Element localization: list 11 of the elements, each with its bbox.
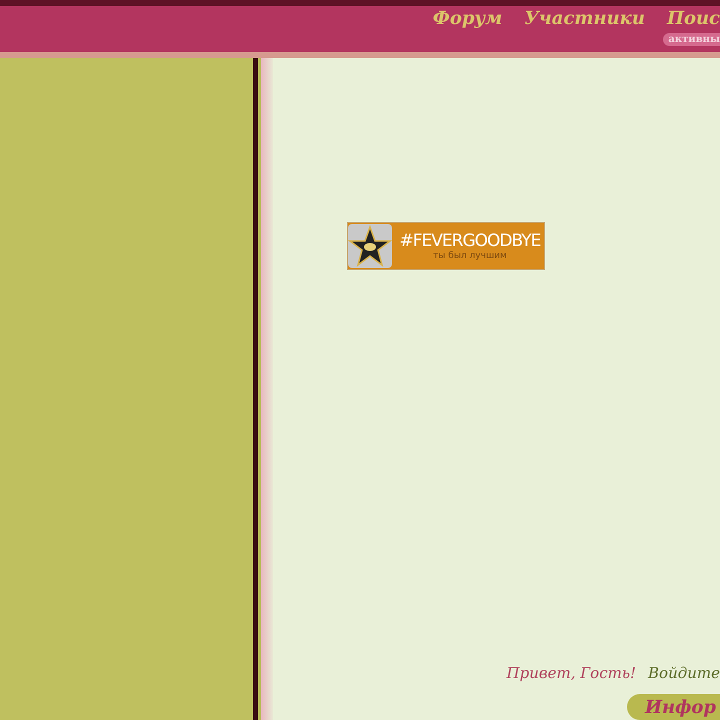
nav-link[interactable]: Поис (666, 8, 720, 29)
banner-subtitle: ты был лучшим (433, 251, 507, 261)
banner-title: #FEVERGOODBYE (400, 231, 540, 251)
info-button[interactable]: Инфор (627, 694, 720, 720)
login-link[interactable]: Войдите (648, 664, 720, 682)
star-icon (348, 224, 392, 268)
nav-link[interactable]: Участники (524, 8, 645, 29)
active-topics-link[interactable]: активны (663, 33, 720, 46)
nav-link[interactable]: Форум (432, 8, 502, 29)
greeting-text: Привет, Гость! (506, 664, 636, 682)
banner[interactable]: #FEVERGOODBYE ты был лучшим (346, 222, 545, 270)
